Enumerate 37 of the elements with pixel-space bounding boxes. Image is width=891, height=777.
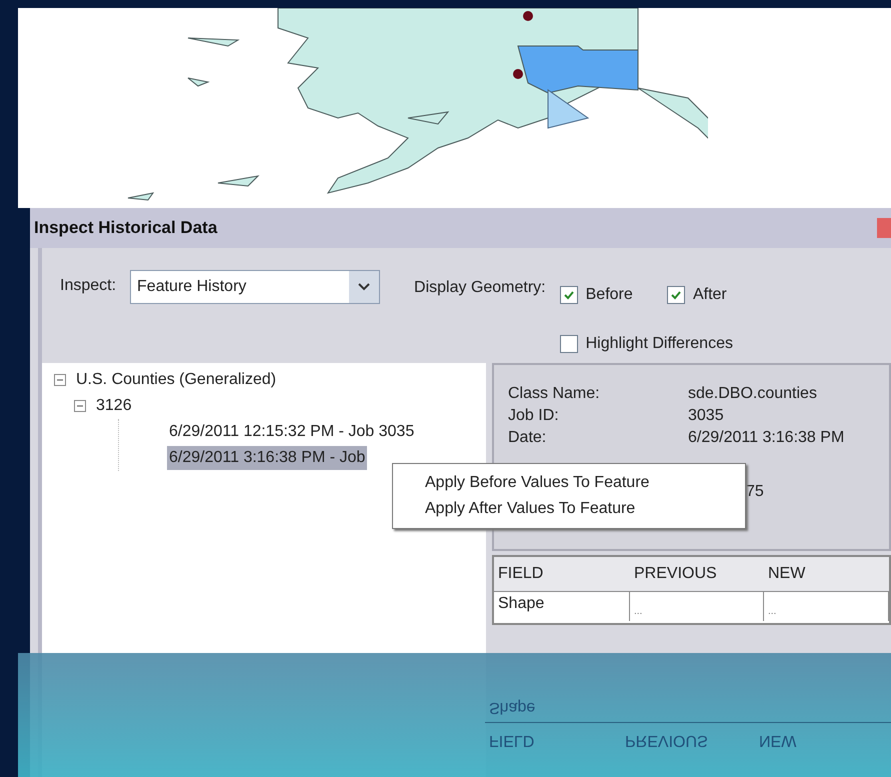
checkbox-label: Before [586, 284, 633, 305]
column-header: NEW [767, 564, 806, 584]
menu-item[interactable]: Apply After Values To Feature [425, 496, 745, 522]
checkbox[interactable] [560, 335, 578, 354]
reflected-text: PREVIOUS [624, 731, 709, 751]
detail-label: Job ID: [508, 407, 559, 424]
tree-item[interactable]: 6/29/2011 12:15:32 PM - Job 3035 [167, 420, 416, 444]
window-title: Inspect Historical Data [34, 217, 218, 240]
checkbox-label: After [692, 284, 727, 305]
detail-label: Date: [508, 429, 546, 446]
column-header: FIELD [497, 564, 544, 584]
table-cell: ... [630, 592, 764, 621]
table-cell: Shape [494, 592, 630, 621]
checkbox[interactable] [560, 286, 578, 304]
detail-value: sde.DBO.counties [688, 384, 817, 404]
reflected-text: Shape [488, 698, 536, 718]
menu-item[interactable]: Apply Before Values To Feature [425, 470, 745, 496]
detail-label: Class Name: [508, 385, 600, 402]
reflected-text: FIELD [488, 731, 536, 751]
table-cell: ... [764, 592, 889, 621]
detail-value: 75 [746, 482, 764, 502]
detail-value: 6/29/2011 3:16:38 PM [688, 428, 844, 448]
inspect-label: Inspect: [60, 276, 116, 296]
checkbox[interactable] [666, 286, 685, 304]
detail-value: 3035 [688, 406, 724, 426]
tree-item[interactable]: U.S. Counties (Generalized) [74, 368, 278, 392]
checkbox-label: Highlight Differences [586, 334, 733, 354]
collapse-icon[interactable] [74, 400, 86, 412]
inspect-dropdown[interactable]: Feature History [130, 270, 380, 304]
column-header: PREVIOUS [633, 564, 718, 584]
collapse-icon[interactable] [54, 374, 66, 386]
reflected-text: NEW [758, 731, 798, 751]
display-geometry-label: Display Geometry: [414, 278, 546, 298]
checkmark-icon [562, 288, 575, 301]
checkmark-icon [670, 288, 682, 301]
tree-item[interactable]: 3126 [94, 394, 134, 418]
tree-item[interactable]: 6/29/2011 3:16:38 PM - Job [167, 446, 368, 470]
